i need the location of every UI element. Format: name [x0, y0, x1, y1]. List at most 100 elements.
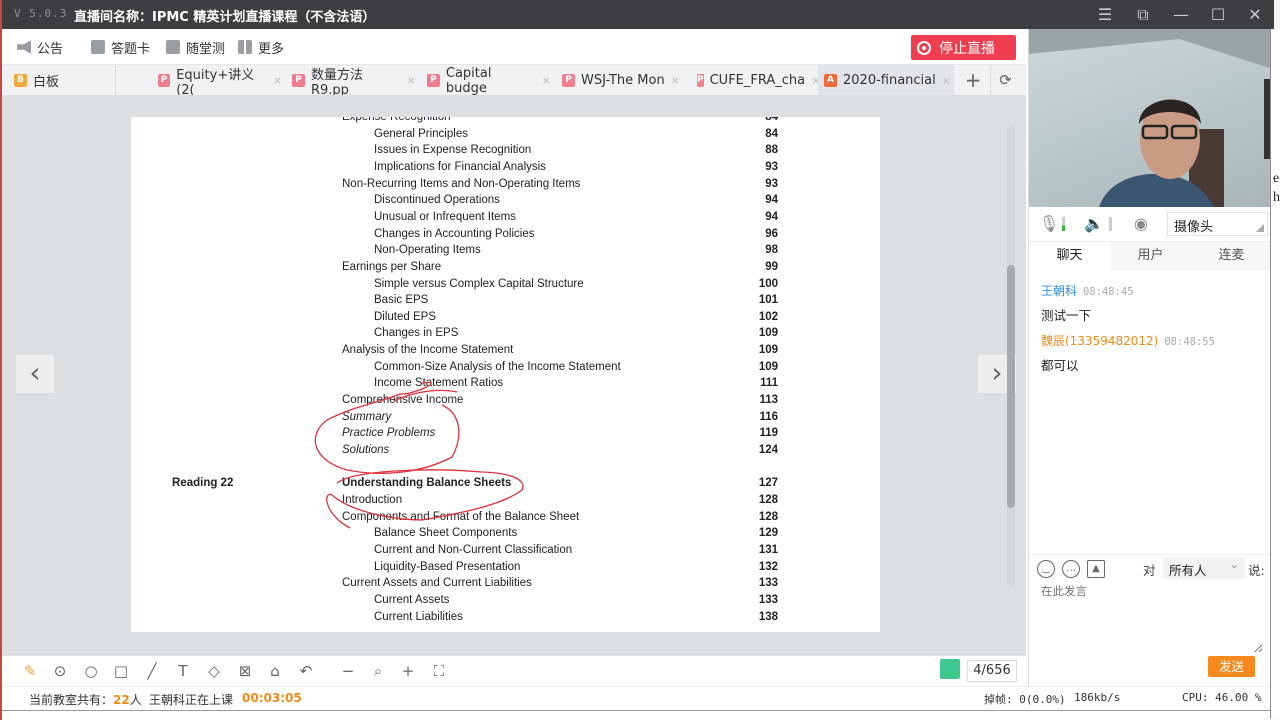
tab-wsj[interactable]: P WSJ-The Mon ×: [556, 65, 686, 96]
vertical-scrollbar[interactable]: [1007, 125, 1015, 587]
speaker-icon[interactable]: 🔈: [1084, 214, 1104, 234]
tab-close-icon[interactable]: ×: [407, 74, 416, 87]
toc-entry[interactable]: Discontinued Operations 94: [131, 194, 880, 211]
toc-page-number: 102: [758, 310, 778, 323]
emoji-icon[interactable]: ‿: [1037, 560, 1055, 578]
close-icon[interactable]: ✕: [1244, 4, 1266, 26]
tab-cufe-fra[interactable]: P CUFE_FRA_cha ×: [691, 65, 820, 96]
text-icon[interactable]: T: [172, 660, 194, 682]
camera-select[interactable]: 摄像头: [1167, 212, 1268, 236]
toc-entry[interactable]: Comprehensive Income 113: [131, 394, 880, 411]
toc-entry[interactable]: Changes in EPS 109: [131, 327, 880, 344]
toc-entry[interactable]: Expense Recognition 84: [131, 117, 880, 128]
toc-entry[interactable]: Analysis of the Income Statement 109: [131, 344, 880, 361]
brush-icon[interactable]: ⌂: [264, 660, 286, 682]
toc-entry[interactable]: Current Liabilities 138: [131, 611, 880, 628]
tab-label: Capital budge: [445, 65, 492, 96]
zoom-out-icon[interactable]: −: [337, 660, 359, 682]
toc-entry[interactable]: Implications for Financial Analysis 93: [131, 161, 880, 178]
microphone-icon[interactable]: 🎙: [1039, 214, 1059, 234]
sender-name[interactable]: 王朝科: [1041, 284, 1077, 298]
refresh-icon[interactable]: ⟳: [990, 65, 1020, 96]
undo-icon[interactable]: ↶: [295, 660, 317, 682]
chat-input[interactable]: [1041, 583, 1263, 653]
line-icon[interactable]: ╱: [141, 660, 163, 682]
tab-close-icon[interactable]: ×: [273, 74, 282, 87]
toc-entry[interactable]: Balance Sheet Components 129: [131, 527, 880, 544]
sender-name[interactable]: 魏辰(13359482012): [1041, 334, 1158, 348]
toc-entry[interactable]: Diluted EPS 102: [131, 311, 880, 328]
circle-icon[interactable]: ○: [80, 660, 102, 682]
tab-close-icon[interactable]: ×: [542, 74, 551, 87]
mic-level-meter: [1062, 217, 1065, 231]
tab-chat[interactable]: 聊天: [1029, 242, 1110, 270]
stop-live-button[interactable]: 停止直播: [911, 35, 1016, 60]
zoom-icon[interactable]: ⌕: [367, 660, 389, 682]
toc-entry[interactable]: Current Assets and Current Liabilities 13…: [131, 577, 880, 594]
page-counter[interactable]: 4/656: [967, 660, 1017, 682]
speaker-level-meter: [1109, 217, 1112, 231]
toc-page-number: 128: [758, 493, 778, 506]
send-button[interactable]: 发送: [1208, 656, 1255, 677]
toc-entry[interactable]: Reading 22 Understanding Balance Sheets 12…: [131, 477, 880, 494]
tab-equity[interactable]: P Equity+讲义(2( ×: [152, 65, 282, 98]
tab-co-host[interactable]: 连麦: [1191, 242, 1272, 270]
tab-quant-methods[interactable]: P 数量方法R9.pp ×: [286, 65, 416, 98]
add-tab-button[interactable]: +: [957, 65, 989, 96]
rectangle-icon[interactable]: □: [110, 660, 132, 682]
say-label: 说:: [1248, 563, 1265, 578]
recipient-select[interactable]: 所有人 ⌄: [1163, 557, 1245, 579]
tab-2020-financial[interactable]: A 2020-financial ×: [818, 65, 954, 96]
zoom-in-icon[interactable]: +: [397, 660, 419, 682]
pin-window-icon[interactable]: ⧉: [1132, 4, 1154, 26]
toc-entry[interactable]: Liquidity-Based Presentation 132: [131, 561, 880, 578]
toc-entry[interactable]: Current Assets 133: [131, 594, 880, 611]
more-label: 更多: [258, 41, 285, 57]
image-icon[interactable]: [940, 659, 960, 679]
toc-entry[interactable]: Components and Format of the Balance She…: [131, 511, 880, 528]
menu-icon[interactable]: ☰: [1094, 4, 1116, 26]
tab-capital-budgeting[interactable]: P Capital budge ×: [421, 65, 551, 96]
toc-entry[interactable]: Non-Recurring Items and Non-Operating It…: [131, 178, 880, 195]
eraser-icon[interactable]: ◇: [203, 660, 225, 682]
tab-whiteboard[interactable]: B 白板: [2, 65, 116, 96]
fullscreen-icon[interactable]: ⛶: [428, 660, 450, 682]
toc-entry[interactable]: Unusual or Infrequent Items 94: [131, 211, 880, 228]
toc-title: Basic EPS: [374, 294, 429, 307]
minimize-icon[interactable]: —: [1170, 4, 1192, 26]
toc-entry[interactable]: Practice Problems 119: [131, 427, 880, 444]
megaphone-icon: [17, 40, 31, 54]
toc-entry[interactable]: Summary 116: [131, 411, 880, 428]
answer-card-button[interactable]: 答题卡: [91, 38, 150, 57]
toc-entry[interactable]: Earnings per Share 99: [131, 261, 880, 278]
toc-entry[interactable]: Introduction 128: [131, 494, 880, 511]
laser-pointer-icon[interactable]: ⊙: [49, 660, 71, 682]
camera-icon[interactable]: ◉: [1131, 214, 1151, 234]
toc-entry[interactable]: Issues in Expense Recognition 88: [131, 144, 880, 161]
toc-entry[interactable]: Common-Size Analysis of the Income State…: [131, 361, 880, 378]
quiz-button[interactable]: 随堂测: [166, 38, 225, 57]
scrollbar-thumb[interactable]: [1007, 265, 1015, 508]
comment-icon[interactable]: …: [1062, 560, 1080, 578]
maximize-icon[interactable]: ☐: [1207, 4, 1229, 26]
more-button[interactable]: 更多: [238, 38, 285, 57]
prev-page-button[interactable]: ‹: [16, 355, 54, 393]
toc-entry[interactable]: Simple versus Complex Capital Structure 1…: [131, 278, 880, 295]
clear-icon[interactable]: ⊠: [234, 660, 256, 682]
toc-entry[interactable]: Non-Operating Items 98: [131, 244, 880, 261]
toc-entry[interactable]: Solutions 124: [131, 444, 880, 461]
image-upload-icon[interactable]: ▲: [1087, 560, 1105, 578]
toc-entry[interactable]: General Principles 84: [131, 128, 880, 145]
tab-close-icon[interactable]: ×: [671, 74, 680, 87]
toc-entry[interactable]: Basic EPS 101: [131, 294, 880, 311]
toc-entry[interactable]: Changes in Accounting Policies 96: [131, 228, 880, 245]
toc-entry[interactable]: Current and Non-Current Classification 13…: [131, 544, 880, 561]
tab-users[interactable]: 用户: [1110, 242, 1191, 270]
tab-close-icon[interactable]: ×: [942, 74, 951, 87]
cpu-usage: CPU: 46.00 %: [1182, 691, 1262, 704]
reading-number: Reading 22: [172, 477, 234, 490]
announcement-button[interactable]: 公告: [17, 38, 63, 57]
pencil-icon[interactable]: ✎: [19, 660, 41, 682]
toc-entry[interactable]: Income Statement Ratios 111: [131, 377, 880, 394]
toc-page-number: 129: [758, 527, 778, 540]
